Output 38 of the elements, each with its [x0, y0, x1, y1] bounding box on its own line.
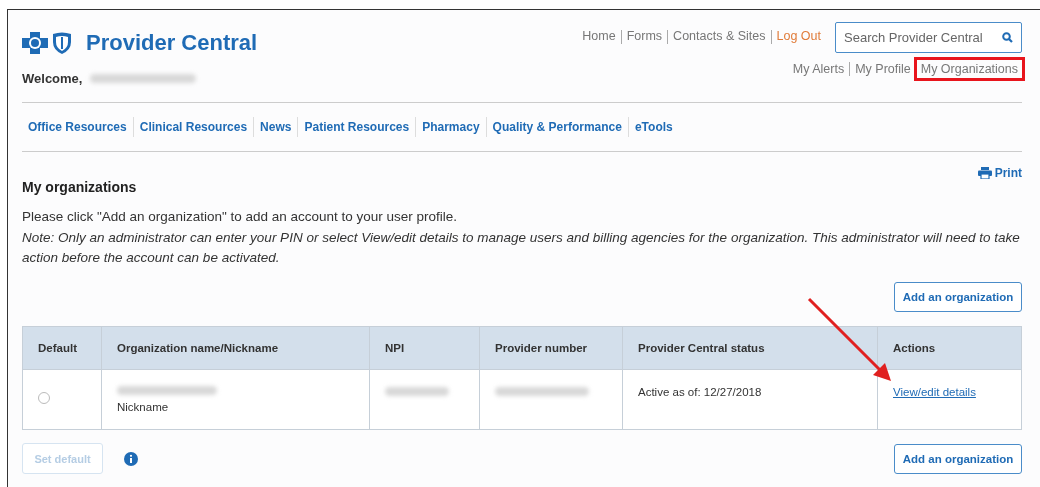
info-icon[interactable] [124, 451, 138, 466]
search-icon[interactable] [1002, 32, 1013, 43]
nav-link[interactable]: Quality & Performance [492, 120, 622, 134]
column-header: Actions [877, 326, 1022, 370]
print-link[interactable]: Print [977, 166, 1022, 180]
column-header: Provider number [479, 326, 623, 370]
header-link[interactable]: Forms [626, 29, 663, 43]
nav-link[interactable]: Clinical Resources [139, 120, 248, 134]
add-organization-button[interactable]: Add an organization [894, 443, 1022, 474]
nav-link[interactable]: News [260, 120, 292, 134]
account-link[interactable]: My Organizations [916, 60, 1022, 78]
account-link[interactable]: My Alerts [792, 62, 845, 76]
shield-logo-icon [52, 32, 72, 55]
printer-icon[interactable] [977, 167, 992, 179]
cross-logo-icon [22, 32, 48, 55]
nav-link[interactable]: Patient Resources [304, 120, 410, 134]
redacted-text [385, 387, 449, 396]
account-link[interactable]: My Profile [855, 62, 911, 76]
column-header: Organization name/Nickname [101, 326, 370, 370]
add-organization-button[interactable]: Add an organization [894, 282, 1022, 312]
view-edit-link[interactable]: View/edit details [893, 386, 976, 398]
nav-link[interactable]: Pharmacy [422, 120, 480, 134]
intro-text: Please click "Add an organization" to add an account to your user profile. [22, 209, 459, 224]
nav-link[interactable]: eTools [634, 120, 673, 134]
header-link[interactable]: Contacts & Sites [673, 29, 766, 43]
status-text: Active as of: 12/27/2018 [638, 386, 762, 398]
section-heading: My organizations [22, 179, 137, 195]
site-title[interactable]: Provider Central [86, 30, 258, 57]
column-header: Provider Central status [622, 326, 878, 370]
column-header: NPI [369, 326, 480, 370]
welcome-label: Welcome, [22, 70, 83, 86]
column-header: Default [22, 326, 102, 370]
header-link[interactable]: Log Out [776, 29, 821, 43]
search-field[interactable]: Search Provider Central [835, 22, 1022, 53]
nav-link[interactable]: Office Resources [28, 120, 127, 134]
nickname-text: Nickname [117, 401, 170, 413]
note-text: Note: Only an administrator can enter your PIN or select View/edit details to manage users and billing agencies for the organization. This administrator will need to take action before the account can be activated. [22, 229, 1021, 267]
header-link[interactable]: Home [582, 29, 616, 43]
